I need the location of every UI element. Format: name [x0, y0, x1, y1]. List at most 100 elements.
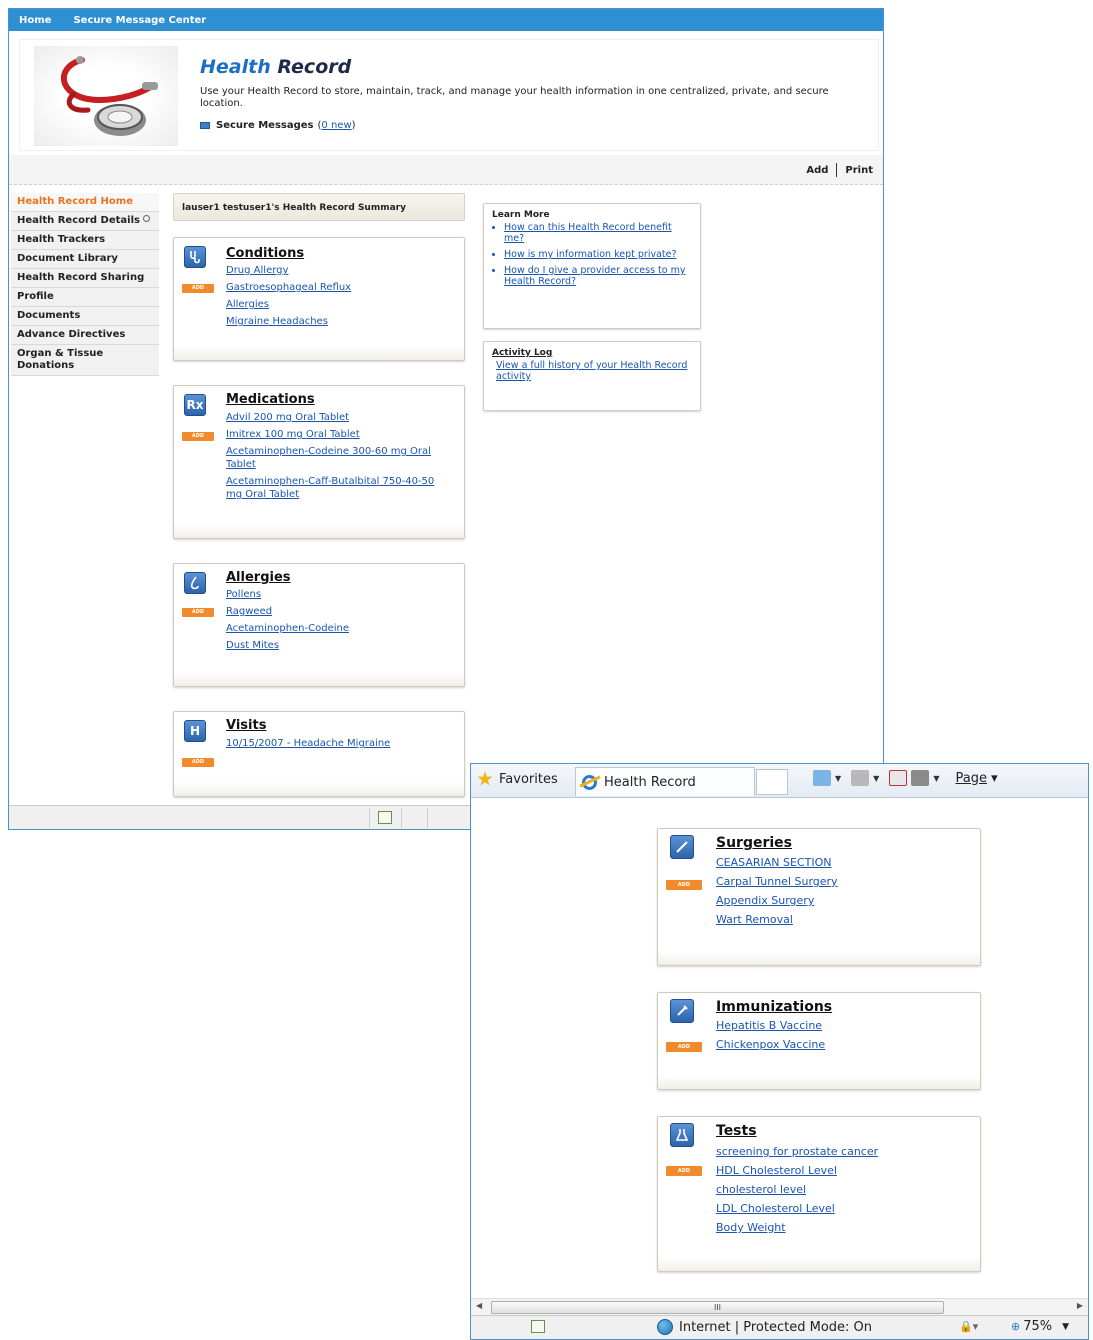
card-footer [658, 951, 980, 965]
print-icon[interactable] [911, 770, 930, 786]
conditions-list: Drug Allergy Gastroesophageal Reflux All… [226, 264, 351, 332]
page-description: Use your Health Record to store, maintai… [200, 86, 829, 109]
nav-home-link[interactable]: Home [19, 15, 51, 26]
learn-more-link[interactable]: How can this Health Record benefit me? [504, 222, 692, 244]
learn-more-link[interactable]: How do I give a provider access to my He… [504, 265, 692, 287]
tests-item[interactable]: cholesterol level [716, 1183, 878, 1197]
immunizations-title-link[interactable]: Immunizations [716, 999, 832, 1015]
card-footer [174, 672, 464, 686]
scrolled-content: ADD Surgeries CEASARIAN SECTION Carpal T… [471, 798, 1088, 1298]
surgeries-item[interactable]: Wart Removal [716, 913, 838, 927]
conditions-item[interactable]: Drug Allergy [226, 264, 351, 277]
tests-title-link[interactable]: Tests [716, 1123, 757, 1139]
tests-add-button[interactable]: ADD [666, 1166, 702, 1176]
conditions-title-link[interactable]: Conditions [226, 246, 304, 261]
conditions-item[interactable]: Allergies [226, 298, 351, 311]
card-footer [174, 782, 464, 796]
nose-icon [184, 572, 206, 594]
tests-item[interactable]: LDL Cholesterol Level [716, 1202, 878, 1216]
tab-health-record[interactable]: Health Record [575, 767, 755, 796]
conditions-add-button[interactable]: ADD [182, 284, 214, 293]
activity-log-title[interactable]: Activity Log [492, 348, 692, 358]
card-footer [658, 1257, 980, 1271]
feeds-icon[interactable] [851, 770, 870, 786]
page-menu-button[interactable]: Page ▾ [955, 771, 997, 786]
immunizations-add-button[interactable]: ADD [666, 1042, 702, 1052]
stethoscope-image [34, 46, 178, 146]
surgeries-add-button[interactable]: ADD [666, 880, 702, 890]
surgeries-list: CEASARIAN SECTION Carpal Tunnel Surgery … [716, 856, 838, 932]
summary-header: lauser1 testuser1's Health Record Summar… [173, 193, 465, 221]
medications-item[interactable]: Imitrex 100 mg Oral Tablet [226, 428, 451, 441]
print-link[interactable]: Print [845, 165, 873, 176]
medications-item[interactable]: Advil 200 mg Oral Tablet [226, 411, 451, 424]
sidebar-item-health-record-sharing[interactable]: Health Record Sharing [11, 269, 159, 288]
envelope-icon [200, 122, 210, 129]
visits-title-link[interactable]: Visits [226, 718, 266, 733]
medications-title-link[interactable]: Medications [226, 392, 315, 407]
home-icon[interactable] [813, 770, 831, 786]
sidebar-item-health-trackers[interactable]: Health Trackers [11, 231, 159, 250]
chevron-down-icon[interactable]: ▼ [933, 774, 939, 783]
tests-item[interactable]: Body Weight [716, 1221, 878, 1235]
security-zone[interactable]: Internet | Protected Mode: On [657, 1319, 872, 1335]
surgeries-item[interactable]: CEASARIAN SECTION [716, 856, 838, 870]
allergies-title-link[interactable]: Allergies [226, 570, 291, 585]
favorites-label: Favorites [499, 771, 558, 787]
tests-item[interactable]: screening for prostate cancer [716, 1145, 878, 1159]
chevron-down-icon[interactable]: ▼ [1062, 1322, 1069, 1332]
visits-add-button[interactable]: ADD [182, 758, 214, 767]
add-link[interactable]: Add [806, 165, 828, 176]
conditions-item[interactable]: Migraine Headaches [226, 315, 351, 328]
visits-item[interactable]: 10/15/2007 - Headache Migraine [226, 737, 390, 750]
zoom-level: 75% [1023, 1319, 1053, 1334]
allergies-add-button[interactable]: ADD [182, 608, 214, 617]
allergies-item[interactable]: Acetaminophen-Codeine [226, 622, 349, 635]
medications-item[interactable]: Acetaminophen-Caff-Butalbital 750-40-50 … [226, 475, 451, 501]
toolbar-separator [836, 163, 838, 177]
sidebar-item-health-record-details[interactable]: Health Record Details [11, 212, 159, 231]
sidebar-item-advance-directives[interactable]: Advance Directives [11, 326, 159, 345]
sidebar-item-profile[interactable]: Profile [11, 288, 159, 307]
medications-card: Rx ADD Medications Advil 200 mg Oral Tab… [173, 385, 465, 539]
secure-messages-count-link[interactable]: 0 new [321, 120, 351, 131]
surgeries-item[interactable]: Carpal Tunnel Surgery [716, 875, 838, 889]
immunizations-item[interactable]: Hepatitis B Vaccine [716, 1019, 825, 1033]
surgeries-item[interactable]: Appendix Surgery [716, 894, 838, 908]
allergies-item[interactable]: Pollens [226, 588, 349, 601]
scrollbar-thumb[interactable]: III [491, 1301, 944, 1314]
scroll-left-arrow-icon[interactable]: ◀ [476, 1301, 482, 1310]
learn-more-link[interactable]: How is my information kept private? [504, 249, 692, 260]
globe-icon [657, 1319, 673, 1335]
sidebar-item-health-record-home[interactable]: Health Record Home [11, 193, 159, 212]
allergies-item[interactable]: Ragweed [226, 605, 349, 618]
tests-item[interactable]: HDL Cholesterol Level [716, 1164, 878, 1178]
chevron-down-icon[interactable]: ▼ [835, 774, 841, 783]
nav-secure-message-center-link[interactable]: Secure Message Center [73, 15, 206, 26]
activity-log-link[interactable]: View a full history of your Health Recor… [496, 360, 687, 382]
medications-add-button[interactable]: ADD [182, 432, 214, 441]
immunizations-item[interactable]: Chickenpox Vaccine [716, 1038, 825, 1052]
sidebar-item-organ-tissue-donations[interactable]: Organ & Tissue Donations [11, 345, 159, 376]
chevron-down-icon[interactable]: ▼ [873, 774, 879, 783]
immunizations-list: Hepatitis B Vaccine Chickenpox Vaccine [716, 1019, 825, 1057]
sidebar-item-document-library[interactable]: Document Library [11, 250, 159, 269]
surgeries-title-link[interactable]: Surgeries [716, 835, 792, 851]
horizontal-scrollbar[interactable]: ◀ III ▶ [471, 1298, 1088, 1315]
favorites-button[interactable]: Favorites [477, 771, 558, 787]
allergies-item[interactable]: Dust Mites [226, 639, 349, 652]
favorites-bar: Favorites Health Record ▼ ▼ ▼ Page ▾ [471, 764, 1088, 798]
sidebar-item-documents[interactable]: Documents [11, 307, 159, 326]
conditions-card: ADD Conditions Drug Allergy Gastroesopha… [173, 237, 465, 361]
health-record-banner: Health Record Use your Health Record to … [19, 39, 879, 151]
conditions-item[interactable]: Gastroesophageal Reflux [226, 281, 351, 294]
protected-mode-icon[interactable]: 🔒▾ [959, 1320, 978, 1333]
medications-item[interactable]: Acetaminophen-Codeine 300-60 mg Oral Tab… [226, 445, 451, 471]
zoom-control[interactable]: ⊕ 75% ▼ [1011, 1319, 1069, 1334]
mail-icon[interactable] [889, 770, 908, 786]
scroll-right-arrow-icon[interactable]: ▶ [1077, 1301, 1083, 1310]
new-tab-button[interactable] [756, 769, 788, 795]
rx-icon: Rx [184, 394, 206, 416]
page-title: Health Record [200, 56, 351, 78]
learn-more-box: Learn More How can this Health Record be… [483, 203, 701, 329]
